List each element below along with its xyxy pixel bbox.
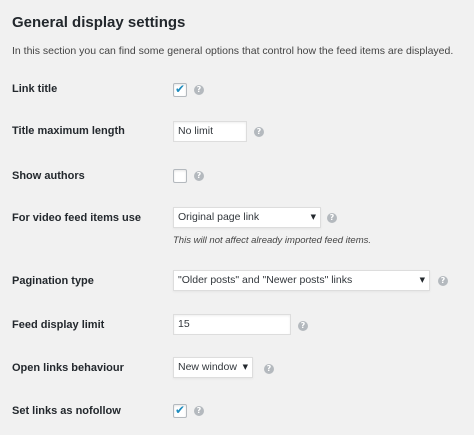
video-feed-items-note: This will not affect already imported fe… (173, 235, 372, 246)
show-authors-help-icon[interactable]: ? (194, 171, 204, 181)
chevron-down-icon: ▼ (419, 276, 425, 284)
pagination-type-selected: "Older posts" and "Newer posts" links (178, 274, 353, 286)
open-links-select[interactable]: New window ▼ (173, 357, 253, 378)
link-title-help-icon[interactable]: ? (194, 85, 204, 95)
nofollow-checkbox[interactable]: ✔ (173, 403, 187, 418)
open-links-selected: New window (178, 361, 237, 373)
show-authors-checkbox[interactable] (173, 169, 187, 183)
chevron-down-icon: ▼ (242, 363, 248, 371)
show-authors-label: Show authors (12, 170, 85, 182)
title-max-length-input[interactable]: No limit (173, 121, 247, 142)
open-links-help-icon[interactable]: ? (264, 364, 274, 374)
checkmark-icon: ✔ (174, 403, 186, 417)
link-title-checkbox[interactable]: ✔ (173, 82, 187, 97)
pagination-type-help-icon[interactable]: ? (438, 276, 448, 286)
video-feed-items-select[interactable]: Original page link ▼ (173, 207, 321, 228)
section-title: General display settings (12, 14, 186, 31)
feed-display-limit-input[interactable]: 15 (173, 314, 291, 335)
nofollow-label: Set links as nofollow (12, 405, 121, 417)
pagination-type-select[interactable]: "Older posts" and "Newer posts" links ▼ (173, 270, 430, 291)
title-max-length-help-icon[interactable]: ? (254, 127, 264, 137)
link-title-label: Link title (12, 83, 58, 95)
nofollow-help-icon[interactable]: ? (194, 406, 204, 416)
feed-display-limit-label: Feed display limit (12, 319, 105, 331)
pagination-type-label: Pagination type (12, 275, 94, 287)
video-feed-items-label: For video feed items use (12, 212, 141, 224)
settings-page: General display settings In this section… (0, 0, 474, 435)
section-description: In this section you can find some genera… (12, 45, 454, 57)
chevron-down-icon: ▼ (310, 213, 316, 221)
title-max-length-label: Title maximum length (12, 125, 125, 137)
video-feed-items-help-icon[interactable]: ? (327, 213, 337, 223)
feed-display-limit-help-icon[interactable]: ? (298, 321, 308, 331)
open-links-label: Open links behaviour (12, 362, 124, 374)
checkmark-icon: ✔ (174, 82, 186, 96)
video-feed-items-selected: Original page link (178, 211, 260, 223)
